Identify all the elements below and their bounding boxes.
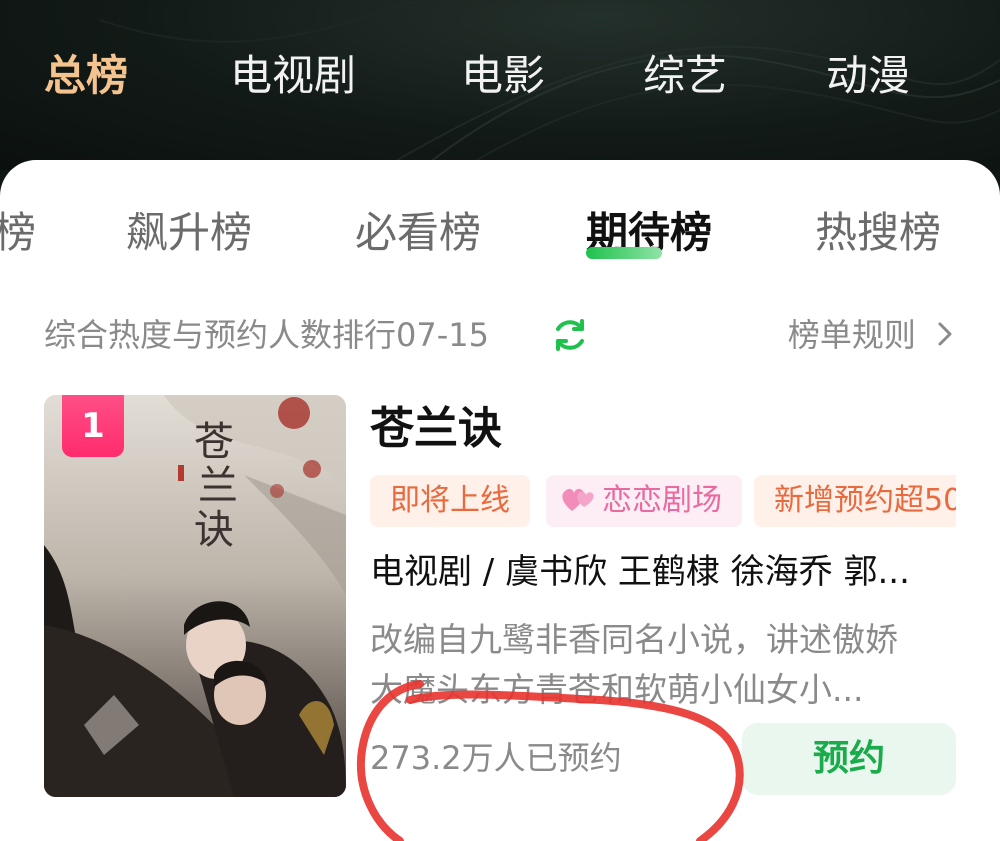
tab-variety[interactable]: 综艺 [643,48,727,104]
ranking-info-row: 综合热度与预约人数排行07-15 榜单规则 [44,310,956,360]
tag-list: 即将上线 恋恋剧场 新增预约超50 [370,475,956,527]
ranking-rules-link[interactable]: 榜单规则 [788,310,956,360]
reservation-count: 273.2万人已预约 [370,739,622,777]
ranking-type-tabs: 榜 飙升榜 必看榜 期待榜 热搜榜 [0,200,1000,270]
tab-anime[interactable]: 动漫 [826,48,910,104]
description-line-2: 大魔头东方青苍和软萌小仙女小... [370,670,864,709]
chevron-right-icon [938,322,952,346]
tab-partial-list[interactable]: 榜 [0,200,36,266]
tab-movie[interactable]: 电影 [461,48,545,104]
tab-overall[interactable]: 总榜 [44,48,128,104]
item-title[interactable]: 苍兰诀 [370,399,502,459]
rules-label: 榜单规则 [787,316,916,354]
tab-tv-series[interactable]: 电视剧 [230,48,356,104]
poster-image[interactable]: 苍 兰 诀 1 [44,395,346,797]
ranking-panel: 榜 飙升榜 必看榜 期待榜 热搜榜 综合热度与预约人数排行07-15 榜单规则 [0,160,1000,841]
top-header: 总榜 电视剧 电影 综艺 动漫 [0,0,1000,170]
rank-badge: 1 [62,395,124,457]
tab-hot-search[interactable]: 热搜榜 [815,200,941,266]
poster-title-char-3: 诀 [194,507,234,553]
poster-title-char-2: 兰 [198,463,238,509]
poster-title-char-1: 苍 [194,419,234,465]
reserve-button[interactable]: 预约 [742,723,956,795]
item-meta: 电视剧 / 虞书欣 王鹤棣 徐海乔 郭... [370,552,910,592]
tag-romance-theater: 恋恋剧场 [546,475,742,527]
tab-rising[interactable]: 飙升榜 [126,200,252,266]
refresh-icon[interactable] [550,315,590,355]
category-tabs: 总榜 电视剧 电影 综艺 动漫 [0,48,1000,108]
ranking-item[interactable]: 苍 兰 诀 1 苍兰诀 即将上线 恋恋剧场 新增预约超50 电视剧 / 虞书欣 … [44,395,956,805]
heart-icon [562,488,594,511]
tag-coming-soon: 即将上线 [370,475,530,527]
active-tab-indicator [586,247,662,259]
item-description: 改编自九鹭非香同名小说，讲述傲娇 大魔头东方青苍和软萌小仙女小... [370,615,956,715]
tag-new-reservations: 新增预约超50 [754,475,956,527]
tab-must-watch[interactable]: 必看榜 [355,200,481,266]
tag-romance-theater-label: 恋恋剧场 [602,483,722,518]
ranking-description: 综合热度与预约人数排行07-15 [44,316,489,354]
description-line-1: 改编自九鹭非香同名小说，讲述傲娇 [370,620,898,659]
